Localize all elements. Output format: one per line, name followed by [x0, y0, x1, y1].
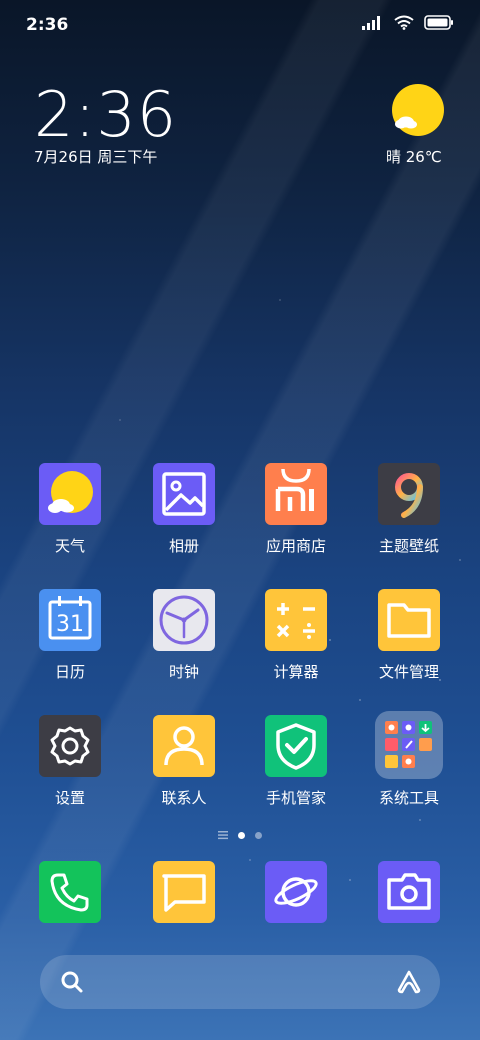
themes-icon	[378, 463, 440, 525]
app-settings[interactable]: 设置	[14, 715, 126, 808]
weather-sunny-icon[interactable]	[390, 82, 446, 138]
app-label: 文件管理	[378, 663, 439, 681]
contacts-icon	[153, 715, 215, 777]
battery-icon	[424, 15, 453, 30]
dock-phone[interactable]	[14, 861, 126, 923]
app-label: 手机管家	[265, 789, 326, 807]
dock-browser[interactable]	[240, 861, 352, 923]
clock-widget-time[interactable]: 2:36	[34, 78, 177, 151]
app-store-icon	[265, 463, 327, 525]
assistant-icon[interactable]	[396, 969, 422, 995]
app-clock[interactable]: 时钟	[128, 589, 240, 682]
app-gallery[interactable]: 相册	[128, 463, 240, 556]
search-icon	[61, 971, 83, 993]
camera-icon	[378, 861, 440, 923]
app-label: 设置	[54, 789, 85, 807]
app-label: 计算器	[273, 663, 319, 681]
browser-icon	[265, 861, 327, 923]
home-list-icon	[218, 831, 228, 840]
app-label: 相册	[168, 537, 199, 555]
app-security[interactable]: 手机管家	[240, 715, 352, 808]
app-label: 应用商店	[265, 537, 326, 555]
page-indicator[interactable]	[0, 830, 480, 840]
security-icon	[265, 715, 327, 777]
app-calendar[interactable]: 31 日历	[14, 589, 126, 682]
app-store[interactable]: 应用商店	[240, 463, 352, 556]
clock-icon	[153, 589, 215, 651]
app-label: 日历	[54, 663, 85, 681]
status-bar: 2:36	[0, 0, 480, 50]
clock-widget-date: 7月26日 周三下午	[34, 148, 158, 166]
app-themes[interactable]: 主题壁纸	[353, 463, 465, 556]
gallery-icon	[153, 463, 215, 525]
app-weather[interactable]: 天气	[14, 463, 126, 556]
app-label: 主题壁纸	[378, 537, 439, 555]
messages-icon	[153, 861, 215, 923]
app-label: 联系人	[161, 789, 207, 807]
status-time: 2:36	[26, 15, 69, 35]
dock-messages[interactable]	[128, 861, 240, 923]
weather-widget-text: 晴 26℃	[386, 148, 442, 166]
app-file-manager[interactable]: 文件管理	[353, 589, 465, 682]
app-system-tools-folder[interactable]: 系统工具	[353, 711, 465, 808]
calendar-icon: 31	[39, 589, 101, 651]
page-dot-active	[238, 831, 245, 839]
folder-icon	[375, 711, 443, 779]
app-label: 时钟	[168, 663, 199, 681]
settings-icon	[39, 715, 101, 777]
search-bar[interactable]	[40, 955, 440, 1009]
wifi-icon	[394, 15, 414, 30]
page-dot	[255, 831, 262, 839]
signal-icon	[362, 15, 380, 30]
app-label: 天气	[54, 537, 85, 555]
app-calculator[interactable]: 计算器	[240, 589, 352, 682]
phone-icon	[39, 861, 101, 923]
status-icons	[362, 15, 454, 30]
dock-camera[interactable]	[353, 861, 465, 923]
app-label: 系统工具	[378, 789, 439, 807]
calendar-day: 31	[56, 612, 84, 637]
calculator-icon	[265, 589, 327, 651]
app-contacts[interactable]: 联系人	[128, 715, 240, 808]
weather-icon	[39, 463, 101, 525]
file-manager-icon	[378, 589, 440, 651]
